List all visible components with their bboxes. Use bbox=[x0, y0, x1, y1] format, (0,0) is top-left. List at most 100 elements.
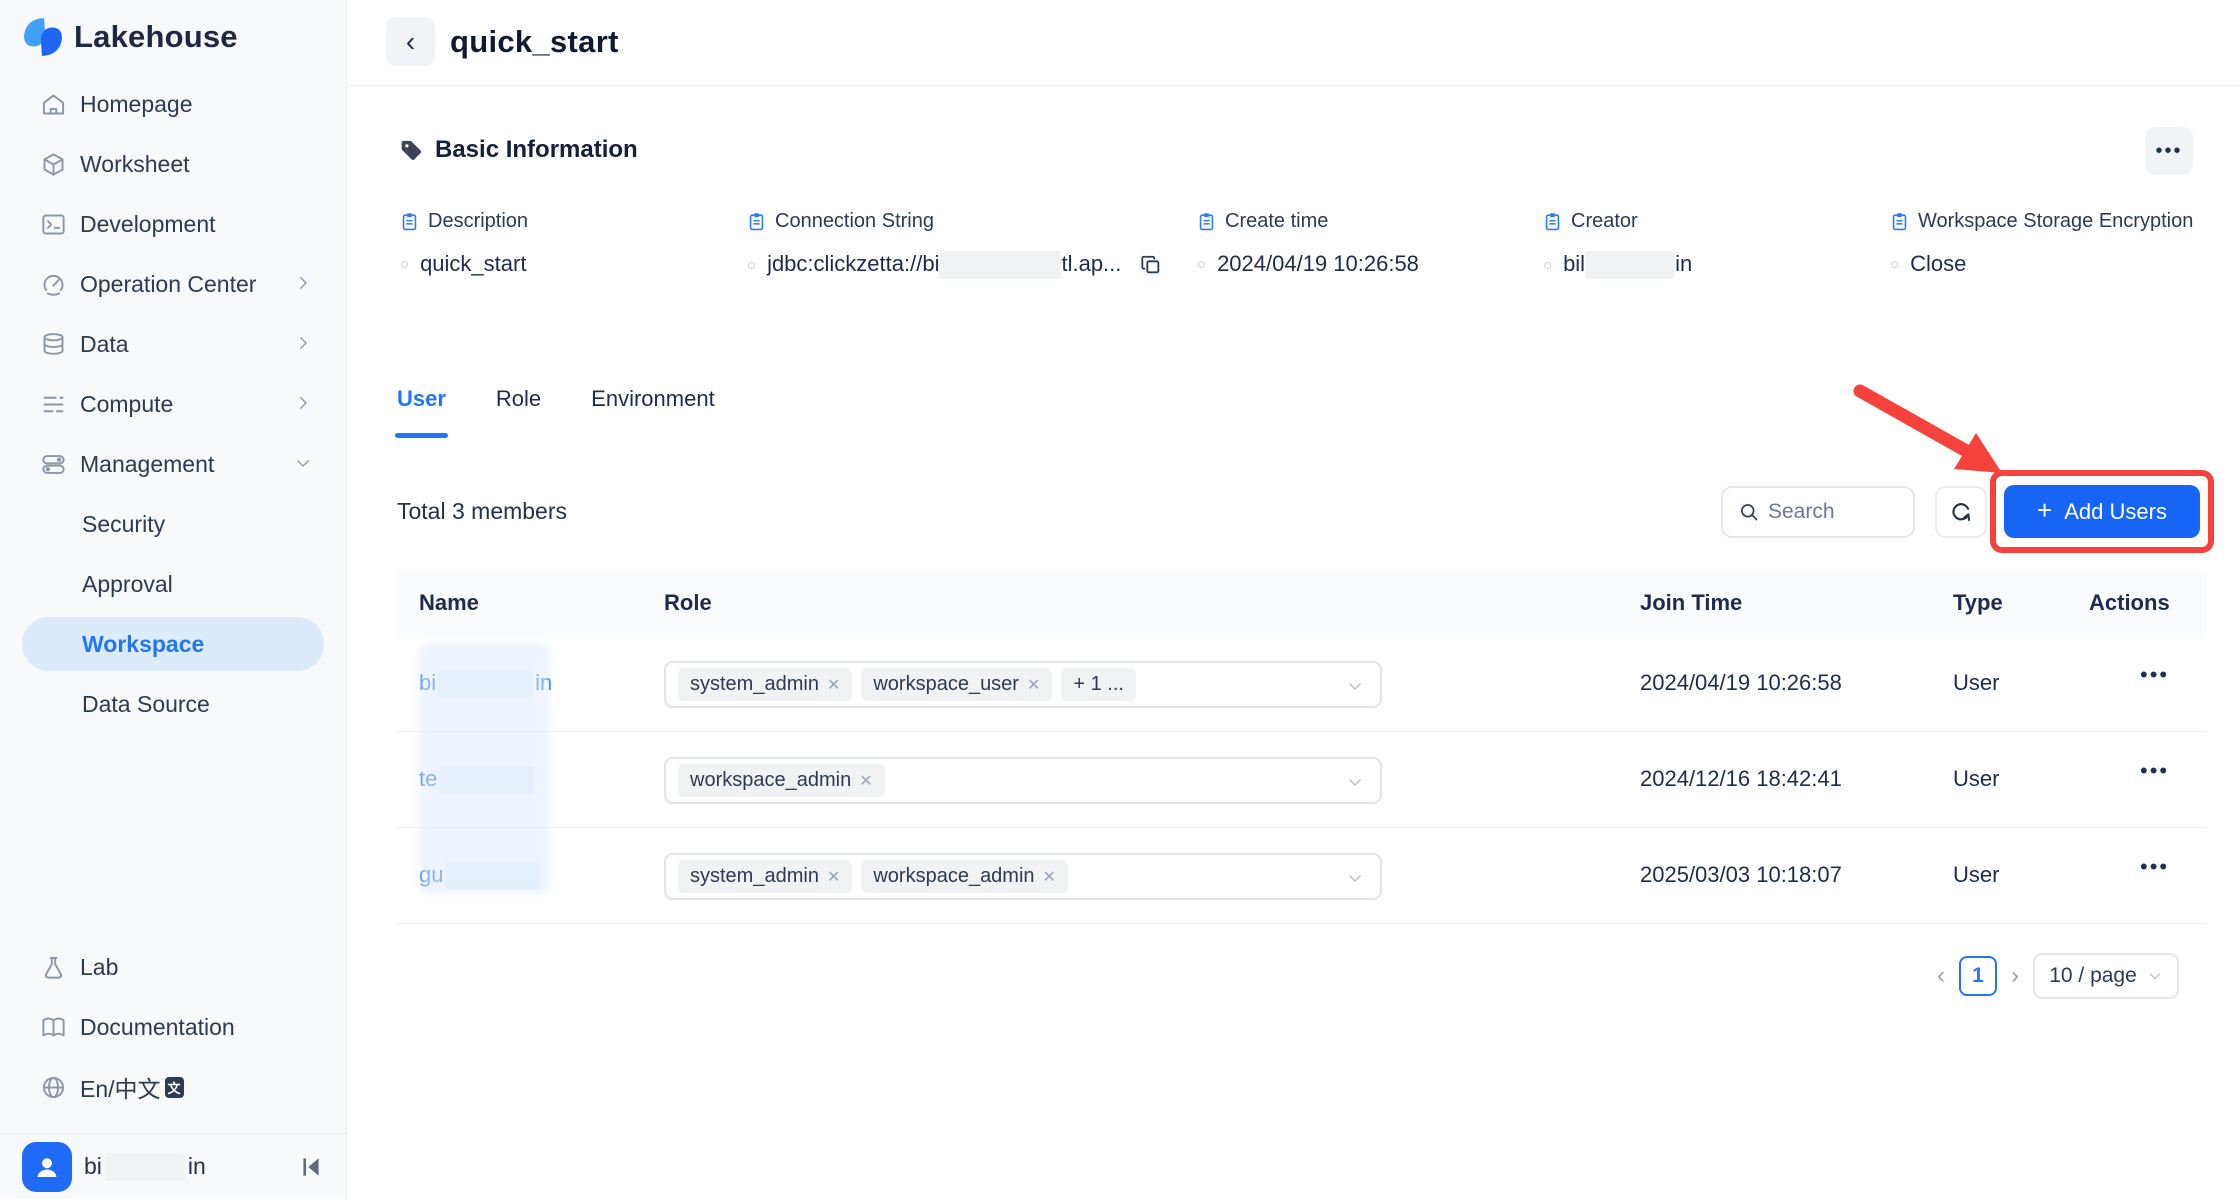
join-time-cell: 2024/04/19 10:26:58 bbox=[1640, 670, 1842, 696]
remove-tag-icon[interactable]: ✕ bbox=[1027, 675, 1040, 695]
collapse-sidebar-icon[interactable] bbox=[298, 1154, 324, 1180]
sidebar-item-label: Management bbox=[80, 451, 214, 478]
chevron-right-icon bbox=[294, 331, 312, 358]
redaction-box bbox=[445, 862, 540, 890]
sidebar-item-label: Homepage bbox=[80, 91, 193, 118]
remove-tag-icon[interactable]: ✕ bbox=[1043, 867, 1056, 887]
column-header-name: Name bbox=[419, 590, 479, 616]
back-chevron-icon: ‹ bbox=[406, 26, 415, 58]
value-prefix: jdbc:clickzetta://bi bbox=[767, 251, 939, 276]
sidebar-subitem-approval[interactable]: Approval bbox=[0, 554, 346, 614]
sidebar-item-development[interactable]: Development bbox=[0, 194, 346, 254]
chevron-down-icon bbox=[294, 451, 312, 478]
sidebar-subitem-security[interactable]: Security bbox=[0, 494, 346, 554]
role-tag: system_admin✕ bbox=[678, 860, 852, 893]
role-overflow-label: + 1 ... bbox=[1073, 673, 1124, 696]
role-multiselect[interactable]: workspace_admin✕ bbox=[664, 757, 1382, 804]
sidebar-item-worksheet[interactable]: Worksheet bbox=[0, 134, 346, 194]
role-multiselect[interactable]: system_admin✕ workspace_user✕ + 1 ... bbox=[664, 661, 1382, 708]
field-creator: Creator ○ bilin bbox=[1543, 210, 1692, 279]
pagination: ‹ 1 › 10 / page bbox=[1937, 953, 2179, 999]
name-prefix: gu bbox=[419, 862, 443, 887]
remove-tag-icon[interactable]: ✕ bbox=[827, 675, 840, 695]
previous-page-button[interactable]: ‹ bbox=[1937, 962, 1945, 990]
role-multiselect[interactable]: system_admin✕ workspace_admin ✕ bbox=[664, 853, 1382, 900]
more-actions-button[interactable]: ••• bbox=[2145, 127, 2193, 175]
terminal-icon bbox=[40, 211, 67, 238]
column-header-role: Role bbox=[664, 590, 712, 616]
row-actions-button[interactable]: ••• bbox=[2140, 662, 2169, 688]
sidebar-item-lab[interactable]: Lab bbox=[0, 937, 346, 997]
page-size-label: 10 / page bbox=[2049, 964, 2137, 988]
bullet-icon: ○ bbox=[1543, 257, 1552, 274]
remove-tag-icon[interactable]: ✕ bbox=[859, 771, 872, 791]
basic-information-heading: Basic Information bbox=[400, 136, 638, 164]
annotation-arrow-icon bbox=[1842, 381, 2032, 496]
remove-tag-icon[interactable]: ✕ bbox=[827, 867, 840, 887]
sidebar: Lakehouse Homepage Worksheet Development… bbox=[0, 0, 347, 1199]
search-icon bbox=[1739, 502, 1759, 522]
row-actions-button[interactable]: ••• bbox=[2140, 854, 2169, 880]
sidebar-item-documentation[interactable]: Documentation bbox=[0, 997, 346, 1057]
table-row: gu system_admin✕ workspace_admin✕ 2025/0… bbox=[396, 828, 2207, 924]
back-button[interactable]: ‹ bbox=[386, 17, 435, 66]
bullet-icon: ○ bbox=[1197, 256, 1206, 273]
redaction-box bbox=[1585, 251, 1675, 279]
current-page-button[interactable]: 1 bbox=[1959, 956, 1997, 996]
sidebar-subitem-workspace[interactable]: Workspace bbox=[22, 617, 324, 671]
chevron-right-icon bbox=[294, 391, 312, 418]
sidebar-item-compute[interactable]: Compute bbox=[0, 374, 346, 434]
field-create-time: Create time ○2024/04/19 10:26:58 bbox=[1197, 210, 1419, 277]
copy-icon[interactable] bbox=[1140, 254, 1162, 276]
sidebar-item-label: Operation Center bbox=[80, 271, 256, 298]
role-tag: workspace_admin✕ bbox=[678, 764, 885, 797]
sidebar-item-label: Compute bbox=[80, 391, 173, 418]
sidebar-item-management[interactable]: Management bbox=[0, 434, 346, 494]
column-header-join-time: Join Time bbox=[1640, 590, 1742, 616]
refresh-button[interactable] bbox=[1935, 486, 1987, 538]
book-icon bbox=[40, 1014, 67, 1041]
role-tag-label: workspace_admin bbox=[873, 865, 1034, 888]
page-size-select[interactable]: 10 / page bbox=[2033, 953, 2179, 999]
redaction-box bbox=[438, 670, 533, 698]
current-user-name: bi in bbox=[84, 1153, 206, 1181]
add-users-button[interactable]: + Add Users bbox=[2004, 485, 2200, 538]
connection-string-value: jdbc:clickzetta://bitl.ap... bbox=[767, 251, 1121, 279]
sidebar-item-language[interactable]: En/中文 文 bbox=[0, 1057, 346, 1117]
member-name-link[interactable]: gu bbox=[419, 862, 542, 890]
table-header: Name Role Join Time Type Actions bbox=[396, 571, 2207, 636]
search-input[interactable] bbox=[1768, 500, 1888, 524]
sidebar-item-data[interactable]: Data bbox=[0, 314, 346, 374]
bullet-icon: ○ bbox=[400, 256, 409, 273]
sidebar-subitem-data-source[interactable]: Data Source bbox=[0, 674, 346, 734]
member-name-link[interactable]: te bbox=[419, 766, 536, 794]
main-content: Basic Information ••• Description ○quick… bbox=[347, 86, 2240, 1199]
bullet-icon: ○ bbox=[1890, 256, 1899, 273]
tab-role[interactable]: Role bbox=[496, 386, 541, 430]
sidebar-item-label: Lab bbox=[80, 954, 118, 981]
row-actions-button[interactable]: ••• bbox=[2140, 758, 2169, 784]
value-suffix: in bbox=[1675, 251, 1692, 276]
bullet-icon: ○ bbox=[747, 257, 756, 274]
field-value: Close bbox=[1910, 251, 1966, 277]
field-value: 2024/04/19 10:26:58 bbox=[1217, 251, 1419, 277]
sidebar-item-label: Data bbox=[80, 331, 129, 358]
sidebar-item-homepage[interactable]: Homepage bbox=[0, 74, 346, 134]
redaction-box bbox=[439, 766, 534, 794]
member-name-link[interactable]: biin bbox=[419, 670, 552, 698]
sidebar-item-label: En/中文 bbox=[80, 1070, 161, 1104]
tag-icon bbox=[400, 139, 423, 162]
field-value: quick_start bbox=[420, 251, 526, 277]
plus-icon: + bbox=[2037, 495, 2052, 526]
tab-user[interactable]: User bbox=[397, 386, 446, 430]
type-cell: User bbox=[1953, 862, 1999, 888]
user-name-suffix: in bbox=[188, 1153, 206, 1180]
next-page-button[interactable]: › bbox=[2011, 962, 2019, 990]
avatar bbox=[22, 1142, 72, 1192]
table-row: te workspace_admin✕ 2024/12/16 18:42:41 … bbox=[396, 732, 2207, 828]
sidebar-subitem-label: Workspace bbox=[82, 631, 204, 658]
user-name-prefix: bi bbox=[84, 1153, 102, 1180]
sidebar-item-operation-center[interactable]: Operation Center bbox=[0, 254, 346, 314]
tab-environment[interactable]: Environment bbox=[591, 386, 715, 430]
search-box bbox=[1721, 486, 1915, 538]
